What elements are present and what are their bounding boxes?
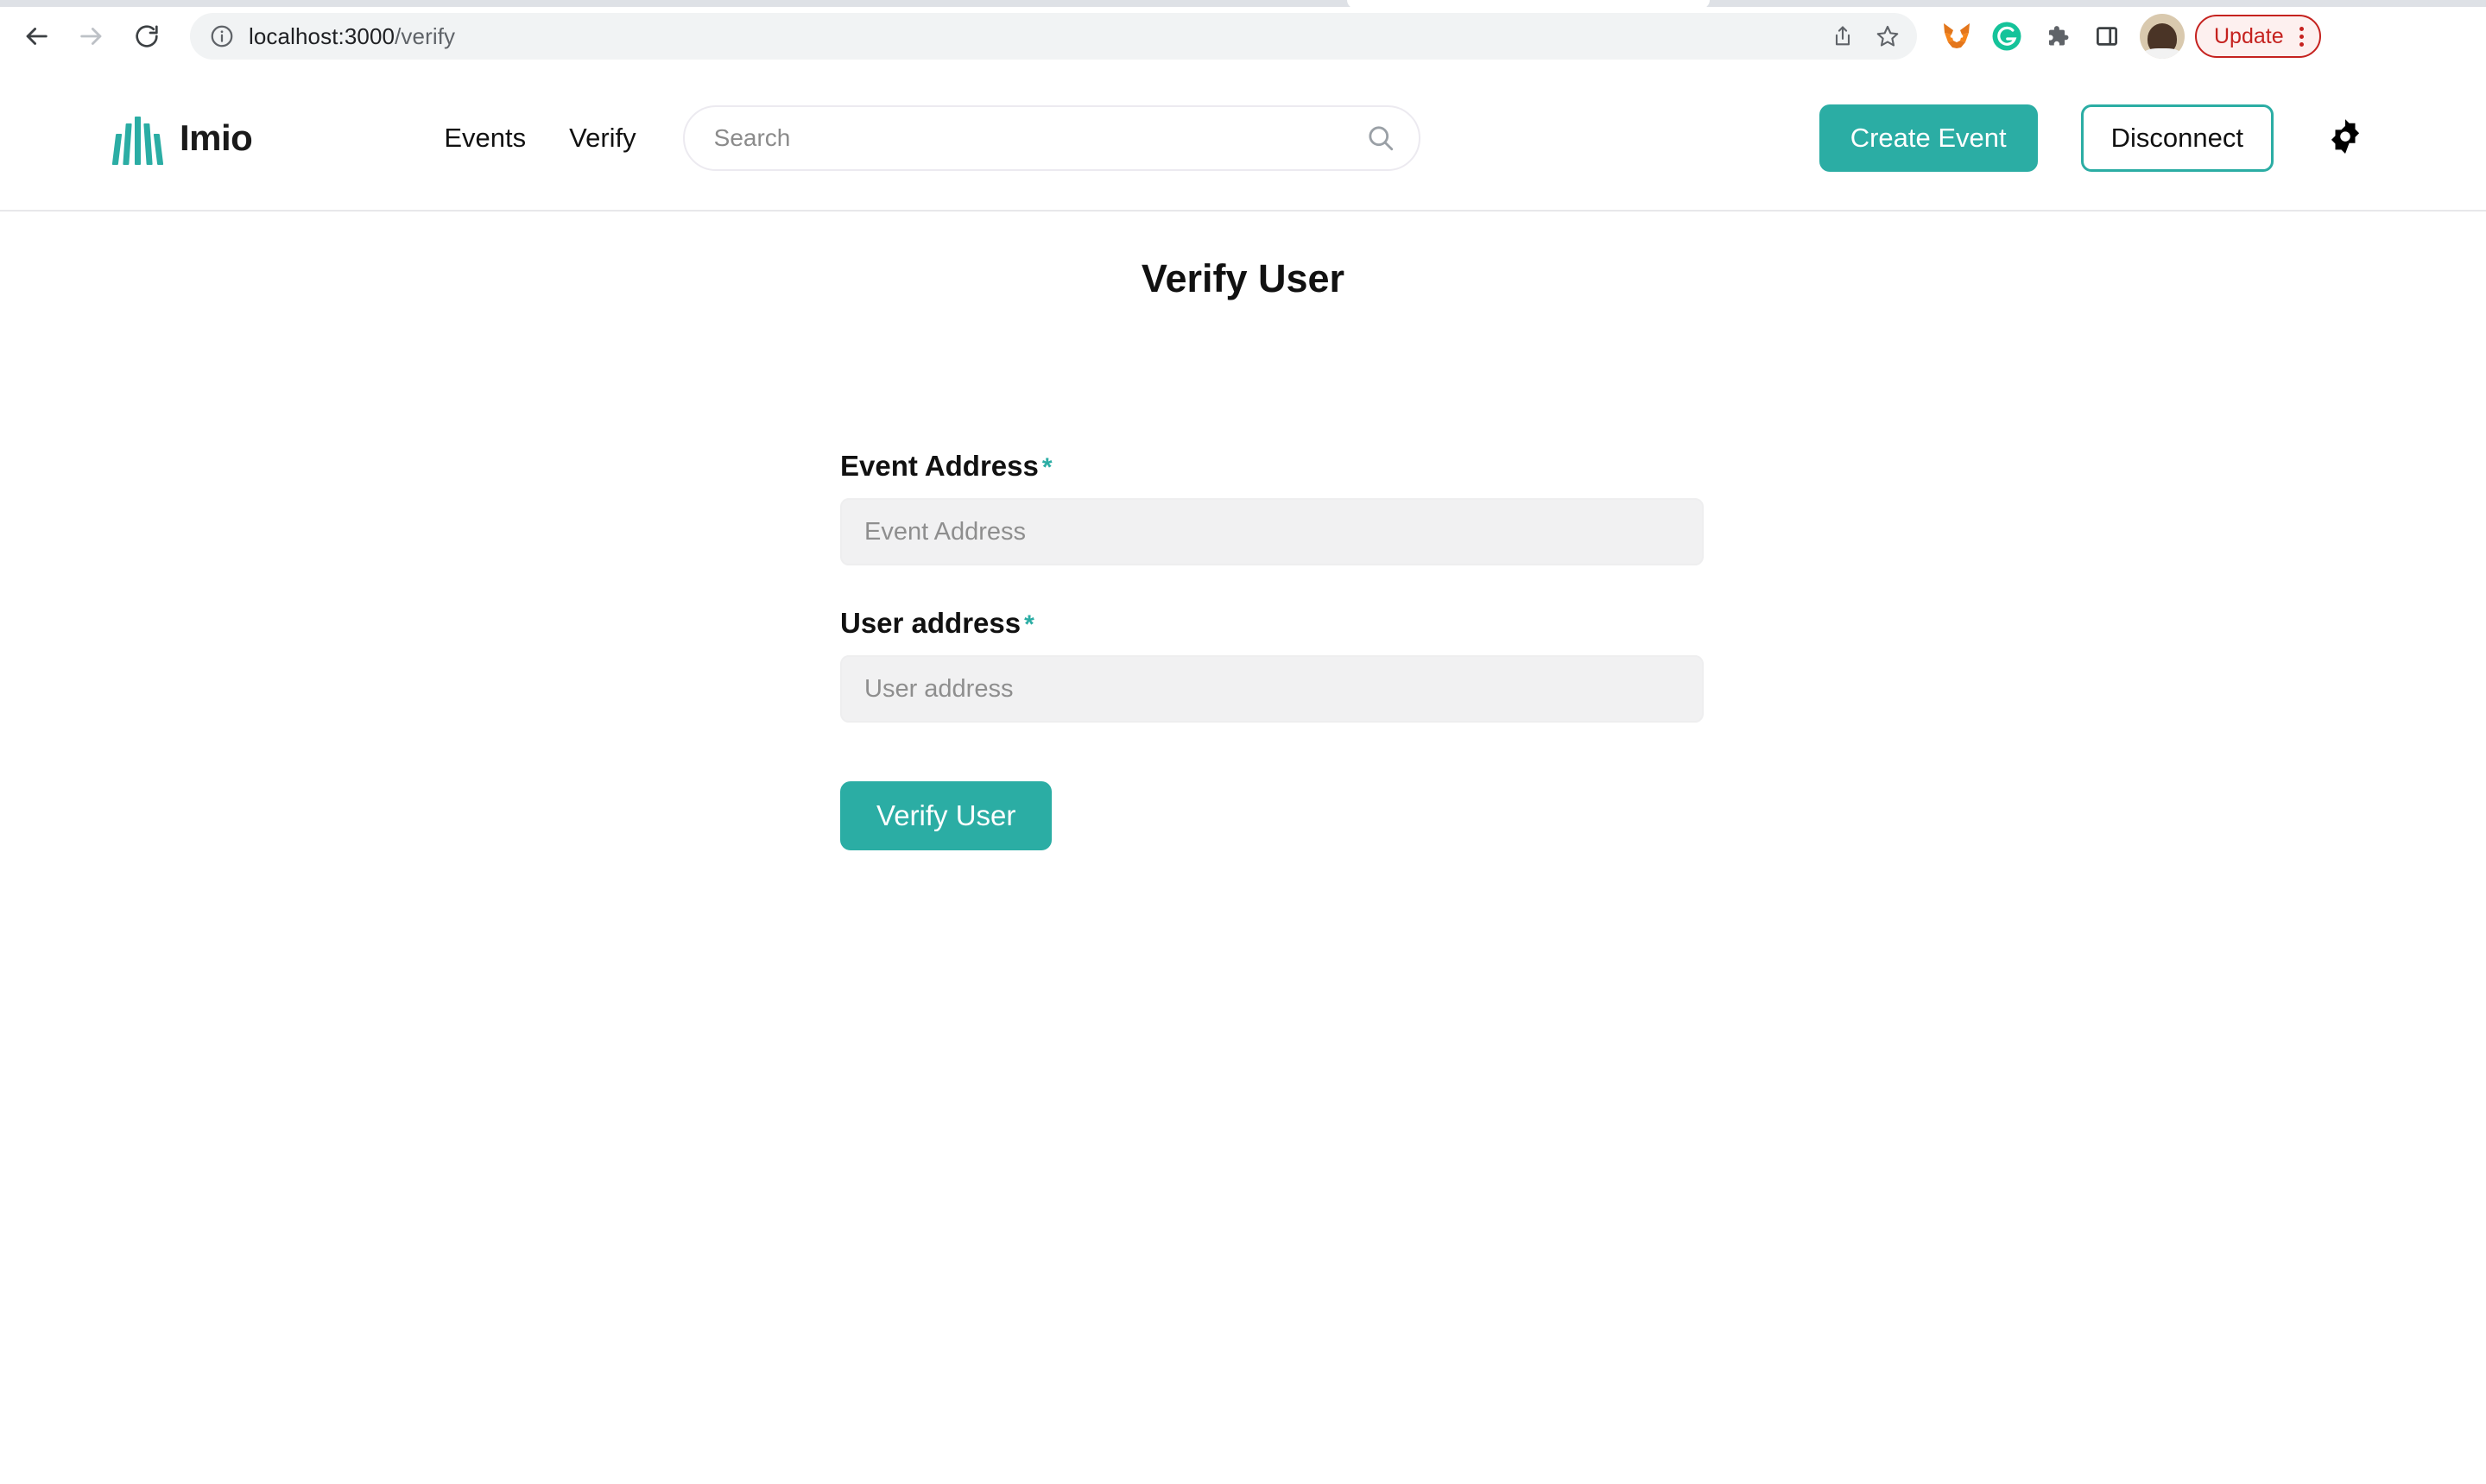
reload-icon[interactable] [123, 12, 171, 60]
brand-logo[interactable]: Imio [111, 111, 253, 165]
page-body: Verify User Event Address* User address*… [0, 256, 2486, 1484]
search-container [682, 104, 1420, 171]
address-bar-trailing-icons [1822, 16, 1908, 57]
nav-link-events[interactable]: Events [444, 123, 526, 154]
header-actions: Create Event Disconnect [1819, 104, 2374, 172]
browser-extension-area: Update [1934, 14, 2321, 59]
star-icon[interactable] [1867, 16, 1908, 57]
brand-name: Imio [180, 117, 253, 158]
event-address-label-text: Event Address [840, 450, 1039, 482]
nav-link-verify[interactable]: Verify [569, 123, 636, 154]
avatar-shirt [2142, 48, 2182, 59]
page-title: Verify User [1141, 256, 1345, 300]
user-address-label-text: User address [840, 607, 1022, 639]
address-bar[interactable]: localhost:3000/verify [190, 13, 1917, 60]
tab-strip [0, 0, 2486, 7]
update-button[interactable]: Update [2195, 15, 2321, 58]
field-group-event-address: Event Address * [840, 450, 1704, 565]
verify-user-form: Event Address* User address* Verify User [840, 450, 1704, 850]
brightness-sun-icon[interactable] [2317, 110, 2374, 167]
required-asterisk: * [1024, 610, 1034, 639]
required-asterisk: * [1041, 453, 1053, 482]
metamask-icon[interactable] [1934, 14, 1979, 59]
update-button-label: Update [2214, 23, 2284, 48]
verify-user-button[interactable]: Verify User [840, 781, 1053, 850]
url-host: localhost:3000 [249, 22, 395, 49]
search-icon[interactable] [1363, 121, 1398, 155]
address-bar-url: localhost:3000/verify [249, 23, 455, 50]
event-address-input[interactable] [840, 498, 1704, 565]
three-dot-menu-icon[interactable] [2293, 26, 2311, 47]
user-address-label: User address * [840, 607, 1704, 640]
disconnect-button[interactable]: Disconnect [2080, 104, 2274, 172]
info-circle-icon[interactable] [209, 23, 235, 49]
url-path: /verify [395, 22, 456, 49]
search-input[interactable] [682, 104, 1420, 171]
field-group-user-address: User address * [840, 607, 1704, 723]
imio-waveform-logo-icon [111, 111, 164, 165]
share-icon[interactable] [1822, 16, 1863, 57]
profile-avatar[interactable] [2140, 14, 2185, 59]
create-event-button[interactable]: Create Event [1819, 104, 2038, 172]
browser-toolbar: localhost:3000/verify Update [0, 7, 2486, 66]
forward-icon [67, 12, 116, 60]
side-panel-icon[interactable] [2084, 14, 2129, 59]
back-icon[interactable] [12, 12, 60, 60]
event-address-label: Event Address * [840, 450, 1704, 483]
grammarly-icon[interactable] [1984, 14, 2029, 59]
app-header: Imio Events Verify Create Event Disconne… [0, 66, 2486, 212]
user-address-input[interactable] [840, 655, 1704, 723]
main-nav: Events Verify [444, 123, 636, 154]
browser-chrome: localhost:3000/verify Update [0, 0, 2486, 66]
puzzle-extensions-icon[interactable] [2034, 14, 2079, 59]
